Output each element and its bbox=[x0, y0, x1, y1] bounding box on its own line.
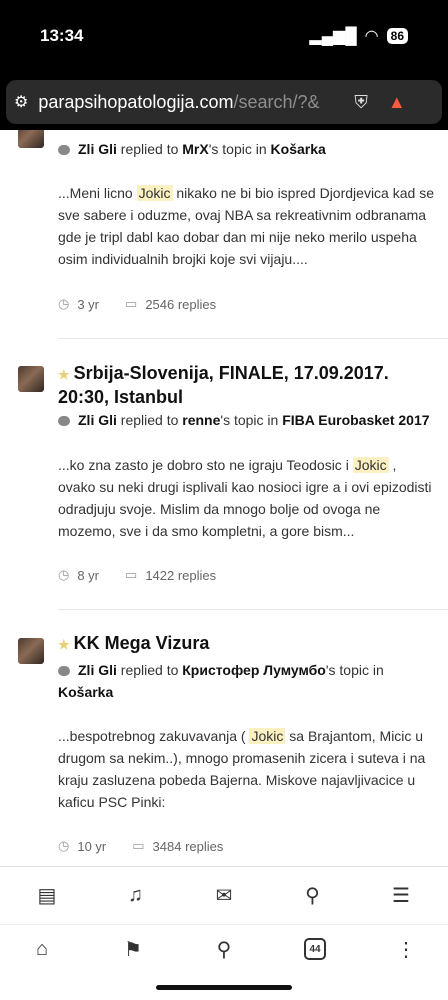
menu-icon[interactable]: ☰ bbox=[390, 885, 412, 907]
reply-count: 1422 replies bbox=[145, 567, 217, 583]
result-title-text: KK Mega Vizura bbox=[73, 633, 210, 653]
url-host: parapsihopatologija.com bbox=[38, 91, 234, 112]
result-meta: Zli Gli replied to MrX's topic in Košark… bbox=[58, 138, 436, 160]
url-path: /search/?& bbox=[233, 91, 320, 112]
tabs-button[interactable]: 44 bbox=[303, 937, 327, 961]
comment-icon bbox=[58, 416, 70, 426]
result-snippet[interactable]: ...Meni licno Jokic nikako ne bi bio isp… bbox=[58, 182, 436, 270]
browser-bottom-toolbar: ⌂ ⚑ ⚲ 44 ⋮ bbox=[0, 924, 448, 1000]
home-indicator bbox=[156, 985, 292, 990]
result-footer: ◷ 3 yr ▭ 2546 replies bbox=[58, 296, 216, 312]
address-field[interactable]: ⚙ parapsihopatologija.com/search/?& ⛨ ▲ bbox=[6, 80, 442, 124]
author-link[interactable]: Zli Gli bbox=[78, 412, 117, 428]
status-icons: ▂▄▆█ ◠ 86 bbox=[309, 26, 408, 46]
bookmark-icon[interactable]: ⚑ bbox=[121, 937, 145, 961]
brave-shield-icon[interactable]: ⛨ bbox=[354, 92, 368, 113]
clock-icon: ◷ bbox=[58, 296, 70, 311]
replied-text: replied to bbox=[120, 662, 179, 678]
forum-link[interactable]: Košarka bbox=[58, 684, 113, 700]
result-footer: ◷ 10 yr ▭ 3484 replies bbox=[58, 838, 223, 854]
topic-in-text: 's topic in bbox=[220, 412, 279, 428]
result-meta: Zli Gli replied to Кристофер Лумумбо's t… bbox=[58, 659, 436, 703]
status-time: 13:34 bbox=[40, 26, 84, 45]
site-bottom-nav: ▤ ♫ ✉ ⚲ ☰ bbox=[0, 866, 448, 924]
result-age: 8 yr bbox=[77, 567, 100, 583]
avatar[interactable] bbox=[18, 638, 44, 664]
result-title[interactable]: ★ Srbija-Slovenija, FINALE, 17.09.2017. 2… bbox=[58, 362, 434, 408]
topic-author-link[interactable]: MrX bbox=[182, 141, 208, 157]
replies-icon: ▭ bbox=[132, 838, 145, 853]
result-title[interactable]: ★ KK Mega Vizura bbox=[58, 632, 434, 656]
replied-text: replied to bbox=[120, 412, 179, 428]
document-icon[interactable]: ▤ bbox=[36, 885, 58, 907]
replies-icon: ▭ bbox=[125, 567, 138, 582]
result-age: 3 yr bbox=[77, 296, 100, 312]
tab-count: 44 bbox=[304, 938, 326, 960]
topic-in-text: 's topic in bbox=[208, 141, 267, 157]
divider bbox=[58, 338, 448, 339]
topic-author-link[interactable]: Кристофер Лумумбо bbox=[182, 662, 326, 678]
star-icon: ★ bbox=[58, 367, 70, 382]
forum-link[interactable]: Košarka bbox=[271, 141, 326, 157]
forum-link[interactable]: FIBA Eurobasket 2017 bbox=[282, 412, 429, 428]
result-title-text: Srbija-Slovenija, FINALE, 17.09.2017. 20… bbox=[58, 363, 389, 407]
search-highlight: Jokic bbox=[136, 185, 173, 201]
comment-icon bbox=[58, 666, 70, 676]
star-icon: ★ bbox=[58, 637, 70, 652]
url-text[interactable]: parapsihopatologija.com/search/?& bbox=[38, 92, 344, 113]
topic-in-text: 's topic in bbox=[325, 662, 384, 678]
result-age: 10 yr bbox=[77, 838, 107, 854]
search-results: Zli Gli replied to MrX's topic in Košark… bbox=[0, 130, 448, 866]
reply-count: 3484 replies bbox=[152, 838, 224, 854]
author-link[interactable]: Zli Gli bbox=[78, 141, 117, 157]
topic-author-link[interactable]: renne bbox=[182, 412, 220, 428]
site-settings-icon[interactable]: ⚙ bbox=[14, 92, 28, 112]
search-highlight: Jokic bbox=[352, 457, 389, 473]
result-footer: ◷ 8 yr ▭ 1422 replies bbox=[58, 567, 216, 583]
replies-icon: ▭ bbox=[125, 296, 138, 311]
brave-rewards-icon[interactable]: ▲ bbox=[388, 92, 406, 113]
divider bbox=[58, 609, 448, 610]
avatar[interactable] bbox=[18, 130, 44, 148]
search-icon[interactable]: ⚲ bbox=[302, 885, 324, 907]
clock-icon: ◷ bbox=[58, 838, 70, 853]
envelope-icon[interactable]: ✉ bbox=[213, 885, 235, 907]
wifi-icon: ◠ bbox=[364, 28, 379, 45]
search-highlight: Jokic bbox=[249, 728, 286, 744]
search-icon[interactable]: ⚲ bbox=[212, 937, 236, 961]
browser-url-bar: ⚙ parapsihopatologija.com/search/?& ⛨ ▲ bbox=[0, 78, 448, 130]
bell-icon[interactable]: ♫ bbox=[125, 884, 147, 907]
status-bar: 13:34 ▂▄▆█ ◠ 86 bbox=[0, 0, 448, 78]
snippet-text: ...ko zna zasto je dobro sto ne igraju T… bbox=[58, 457, 353, 473]
snippet-text: ...Meni licno bbox=[58, 185, 137, 201]
battery-level: 86 bbox=[386, 28, 408, 44]
reply-count: 2546 replies bbox=[145, 296, 217, 312]
result-meta: Zli Gli replied to renne's topic in FIBA… bbox=[58, 409, 436, 431]
result-snippet[interactable]: ...ko zna zasto je dobro sto ne igraju T… bbox=[58, 454, 436, 542]
snippet-text: ...bespotrebnog zakuvavanja ( bbox=[58, 728, 250, 744]
comment-icon bbox=[58, 145, 70, 155]
more-icon[interactable]: ⋮ bbox=[394, 937, 418, 961]
replied-text: replied to bbox=[120, 141, 179, 157]
result-snippet[interactable]: ...bespotrebnog zakuvavanja ( Jokic sa B… bbox=[58, 725, 436, 813]
home-icon[interactable]: ⌂ bbox=[30, 937, 54, 961]
signal-icon: ▂▄▆█ bbox=[309, 28, 357, 45]
author-link[interactable]: Zli Gli bbox=[78, 662, 117, 678]
clock-icon: ◷ bbox=[58, 567, 70, 582]
avatar[interactable] bbox=[18, 366, 44, 392]
